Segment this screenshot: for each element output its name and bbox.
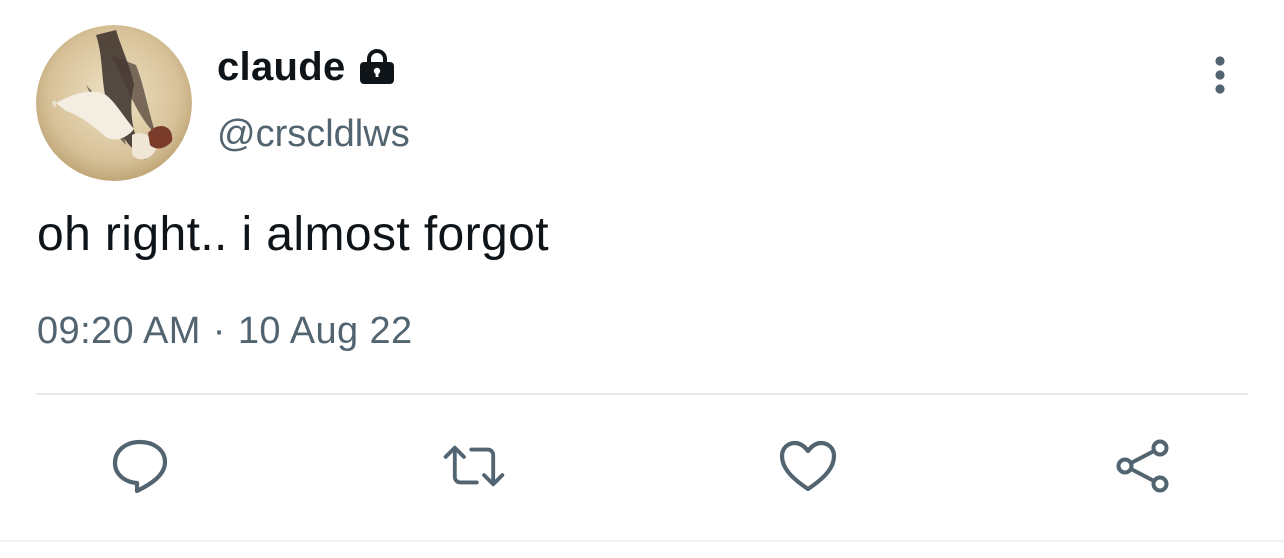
tweet-timestamp[interactable]: 09:20 AM · 10 Aug 22: [37, 310, 413, 353]
tweet-time: 09:20 AM: [37, 310, 201, 352]
share-nodes-icon: [1116, 439, 1169, 493]
timestamp-separator: ·: [212, 310, 226, 352]
share-button[interactable]: [1110, 434, 1174, 498]
author-handle[interactable]: @crscldlws: [217, 113, 410, 156]
divider: [36, 393, 1248, 395]
author-name-row[interactable]: claude: [217, 42, 398, 92]
bottom-divider: [0, 540, 1284, 542]
more-options-button[interactable]: [1196, 48, 1244, 102]
display-name[interactable]: claude: [217, 45, 346, 90]
retweet-button[interactable]: [442, 434, 506, 498]
tweet-text: oh right.. i almost forgot: [37, 208, 549, 261]
retweet-arrows-icon: [443, 445, 505, 487]
heart-icon: [779, 440, 837, 492]
speech-bubble-icon: [112, 439, 168, 494]
avatar-image: [36, 25, 192, 181]
avatar[interactable]: [36, 25, 192, 181]
lock-icon: [358, 47, 398, 87]
vertical-ellipsis-icon: [1215, 56, 1225, 94]
like-button[interactable]: [776, 434, 840, 498]
tweet-date: 10 Aug 22: [237, 310, 413, 352]
reply-button[interactable]: [108, 434, 172, 498]
